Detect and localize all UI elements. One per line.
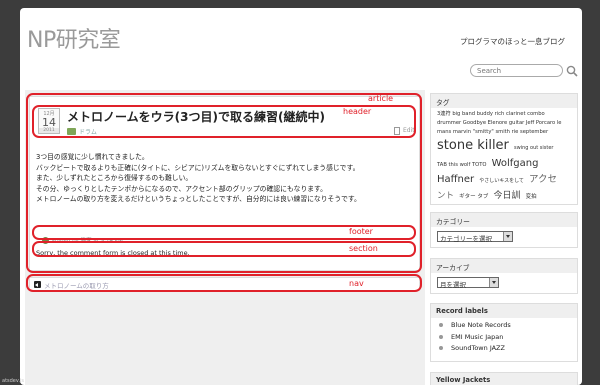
record-labels-list: Blue Note Records EMI Music Japan SoundT… [431,318,577,357]
categories-title: カテゴリー [431,213,577,227]
author-avatar [42,237,49,244]
post-body: 3つ目の感覚に少し慣れてきました。 バックビートで取るよりも正確に(タイトに、シ… [36,152,361,205]
category-select-value: カテゴリーを選択 [440,235,492,243]
post-footer: Posted by 猫家 at 9:14 PM [52,238,123,244]
tag-cloud: 3連符 big band buddy rich clarinet combo d… [431,108,577,205]
post-body-line: メトロノームの取り方を変えるだけというちょっとしたことですが、自分的には良い練習… [36,195,361,203]
tag-cloud-title: タグ [431,94,577,108]
tag-accent-cont[interactable]: ント [437,191,454,201]
record-labels-title: Record labels [431,304,577,318]
tag-yasashii-kiss[interactable]: やさしいキスをして [479,178,524,184]
bullet-icon [439,346,443,350]
search-input[interactable] [477,66,556,75]
record-label-link[interactable]: SoundTown JAZZ [451,344,505,352]
previous-post-link[interactable]: メトロノームの取り方 [44,280,109,290]
tag-cloud-widget: タグ 3連符 big band buddy rich clarinet comb… [430,93,578,205]
list-item[interactable]: EMI Music Japan [439,332,569,344]
yellow-jackets-widget: Yellow Jackets [430,372,578,385]
post-body-line: 3つ目の感覚に少し慣れてきました。 [36,153,149,161]
yellow-jackets-title: Yellow Jackets [431,373,577,385]
tag-guitar-tab[interactable]: ギター タブ [459,194,488,200]
section-annotation: section [349,244,378,253]
post-body-line: その分、ゆっくりとしたテンポからになるので、アクセント部のグリップの確認にもなり… [36,184,327,193]
tag-line[interactable]: TAB this wolf TOTO [437,162,486,168]
header-annotation: header [343,107,372,116]
main-content: 12月 14 2011 メトロノームをウラ(3つ目)で取る練習(継続中) ドラム… [25,90,425,385]
post-title[interactable]: メトロノームをウラ(3つ目)で取る練習(継続中) [67,108,325,125]
search-icon[interactable] [566,65,578,77]
previous-arrow-icon[interactable] [34,281,41,288]
article-annotation: article [368,94,394,103]
post-body-line: バックビートで取るよりも正確に(タイトに、シビアに)リズムを取らないとすぐにずれ… [36,163,360,172]
search-field[interactable] [470,64,563,77]
tag-accent[interactable]: アクセ [529,174,557,185]
tag-henbyoushi[interactable]: 変拍 [526,194,537,200]
bullet-icon [439,323,443,327]
chevron-down-icon[interactable] [489,278,498,287]
edit-link[interactable]: Edit [403,127,415,134]
tag-kyou[interactable]: 今日訓 [493,191,520,201]
tag-wolfgang[interactable]: Wolfgang [492,158,539,169]
post-date: 12月 14 2011 [38,108,60,134]
chevron-down-icon[interactable] [503,232,512,241]
categories-widget: カテゴリー カテゴリーを選択 [430,212,578,248]
status-bar-text: atsdev.js [2,378,25,384]
archives-widget: アーカイブ 月を選択 [430,258,578,294]
archive-select-value: 月を選択 [440,281,466,289]
tag-line[interactable]: 3連符 big band buddy rich clarinet combo [437,110,571,119]
tag-stone-killer[interactable]: stone killer [437,138,509,153]
site-title[interactable]: NP研究室 [27,22,121,54]
tag-line[interactable]: mans marvin "smitty" smith rie september [437,128,571,137]
tag-swing-out-sister[interactable]: swing out sister [514,145,554,151]
page-container: NP研究室 プログラマのほっと一息ブログ 12月 14 2011 メトロノームを… [20,8,582,385]
folder-icon [67,128,76,135]
list-item[interactable]: Blue Note Records [439,320,569,332]
comment-closed-notice: Sorry, the comment form is closed at thi… [36,249,190,257]
archives-title: アーカイブ [431,259,577,273]
post-body-line: また、少しずれたところから復帰するのも難しい。 [36,174,193,182]
record-labels-widget: Record labels Blue Note Records EMI Musi… [430,303,578,362]
post-date-day: 14 [42,116,56,129]
list-item[interactable]: SoundTown JAZZ [439,343,569,355]
footer-annotation: footer [349,227,373,236]
category-select[interactable]: カテゴリーを選択 [437,231,513,243]
archive-select[interactable]: 月を選択 [437,277,499,289]
nav-annotation: nav [349,279,364,288]
bullet-icon [439,334,443,339]
record-label-link[interactable]: Blue Note Records [451,321,511,329]
edit-icon[interactable] [394,127,400,135]
site-tagline: プログラマのほっと一息ブログ [460,37,565,46]
post-category[interactable]: ドラム [79,127,97,136]
record-label-link[interactable]: EMI Music Japan [451,333,503,341]
tag-line[interactable]: drummer Goodbye Elenore guitar Jeff Porc… [437,119,571,128]
